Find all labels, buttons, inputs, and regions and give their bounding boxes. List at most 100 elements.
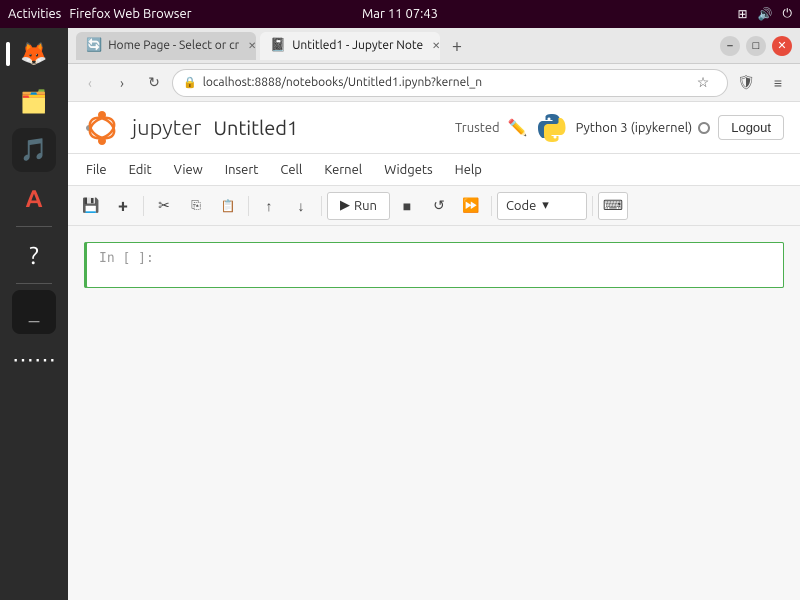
menu-bar: File Edit View Insert Cell Kernel Widget… bbox=[68, 154, 800, 186]
firefox-icon: 🦊 bbox=[20, 41, 47, 67]
files-icon: 🗂️ bbox=[20, 89, 47, 115]
stop-button[interactable]: ■ bbox=[392, 192, 422, 220]
restart-button[interactable]: ↺ bbox=[424, 192, 454, 220]
notebook-area: In [ ]: bbox=[68, 226, 800, 600]
cell-type-chevron: ▾ bbox=[542, 198, 549, 213]
toolbar-sep-2 bbox=[248, 196, 249, 216]
cell-prompt: In [ ]: bbox=[87, 243, 167, 274]
activities-label[interactable]: Activities bbox=[8, 7, 61, 21]
browser-menu-button[interactable]: ≡ bbox=[764, 69, 792, 97]
lock-icon: 🔒 bbox=[183, 76, 197, 89]
menu-help[interactable]: Help bbox=[445, 159, 492, 181]
address-text: localhost:8888/notebooks/Untitled1.ipynb… bbox=[203, 76, 683, 89]
jupyter-logo-icon bbox=[84, 110, 120, 146]
trusted-label: Trusted bbox=[455, 121, 500, 135]
notebook-name[interactable]: Untitled1 bbox=[213, 116, 298, 139]
jupyter-logo bbox=[84, 110, 120, 146]
back-button[interactable]: ‹ bbox=[76, 69, 104, 97]
sidebar-icon-apps[interactable]: ⋯⋯ bbox=[12, 338, 56, 382]
toolbar: 💾 + ✂ ⎘ 📋 ↑ ↓ ▶ Run ■ ↺ bbox=[68, 186, 800, 226]
save-button[interactable]: 💾 bbox=[76, 192, 106, 220]
kernel-label: Python 3 (ipykernel) bbox=[576, 121, 693, 135]
run-button[interactable]: ▶ Run bbox=[327, 192, 390, 220]
volume-icon[interactable]: 🔊 bbox=[758, 7, 773, 21]
sidebar-icon-appstore[interactable]: A bbox=[12, 176, 56, 220]
logout-button[interactable]: Logout bbox=[718, 115, 784, 140]
notebook-tab-label: Untitled1 - Jupyter Note bbox=[292, 39, 423, 52]
cell-container: In [ ]: bbox=[84, 242, 784, 288]
close-button[interactable]: ✕ bbox=[772, 36, 792, 56]
menu-view[interactable]: View bbox=[164, 159, 213, 181]
sidebar-icon-music[interactable]: 🎵 bbox=[12, 128, 56, 172]
help-icon: ? bbox=[29, 242, 38, 269]
tab-home[interactable]: 🔄 Home Page - Select or cr ✕ bbox=[76, 32, 256, 60]
copy-button[interactable]: ⎘ bbox=[181, 192, 211, 220]
star-button[interactable]: ☆ bbox=[689, 69, 717, 97]
notebook-tab-close[interactable]: ✕ bbox=[429, 39, 440, 53]
home-tab-close[interactable]: ✕ bbox=[245, 39, 256, 53]
address-bar[interactable]: 🔒 localhost:8888/notebooks/Untitled1.ipy… bbox=[172, 69, 728, 97]
sidebar-divider bbox=[16, 226, 52, 227]
home-tab-favicon: 🔄 bbox=[86, 38, 102, 53]
jupyter-header-right: Trusted ✏️ Python 3 (ipykernel) Logout bbox=[455, 112, 784, 144]
menu-widgets[interactable]: Widgets bbox=[374, 159, 442, 181]
cell-input[interactable] bbox=[167, 243, 783, 287]
forward-button[interactable]: › bbox=[108, 69, 136, 97]
maximize-button[interactable]: □ bbox=[746, 36, 766, 56]
sidebar-icon-files[interactable]: 🗂️ bbox=[12, 80, 56, 124]
music-icon: 🎵 bbox=[20, 137, 47, 163]
code-cell[interactable]: In [ ]: bbox=[86, 242, 784, 288]
add-cell-button[interactable]: + bbox=[108, 192, 138, 220]
move-up-button[interactable]: ↑ bbox=[254, 192, 284, 220]
restart-run-button[interactable]: ⏩ bbox=[456, 192, 486, 220]
datetime-label: Mar 11 07:43 bbox=[362, 7, 438, 21]
toolbar-sep-5 bbox=[592, 196, 593, 216]
browser-window: 🔄 Home Page - Select or cr ✕ 📓 Untitled1… bbox=[68, 28, 800, 600]
jupyter-wordmark: jupyter bbox=[132, 115, 201, 140]
title-bar: 🔄 Home Page - Select or cr ✕ 📓 Untitled1… bbox=[68, 28, 800, 64]
sidebar: 🦊 🗂️ 🎵 A ? _ ⋯⋯ bbox=[0, 28, 68, 600]
pencil-icon[interactable]: ✏️ bbox=[508, 118, 528, 137]
cut-button[interactable]: ✂ bbox=[149, 192, 179, 220]
sidebar-icon-firefox[interactable]: 🦊 bbox=[12, 32, 56, 76]
toolbar-sep-1 bbox=[143, 196, 144, 216]
power-icon[interactable]: ⏻ bbox=[783, 7, 793, 21]
menu-file[interactable]: File bbox=[76, 159, 117, 181]
paste-button[interactable]: 📋 bbox=[213, 192, 243, 220]
kernel-indicator: Python 3 (ipykernel) bbox=[576, 121, 711, 135]
main-area: 🦊 🗂️ 🎵 A ? _ ⋯⋯ 🔄 Home Page - Sele bbox=[0, 28, 800, 600]
run-label: Run bbox=[354, 199, 377, 213]
python-logo-icon bbox=[536, 112, 568, 144]
move-down-button[interactable]: ↓ bbox=[286, 192, 316, 220]
toolbar-sep-4 bbox=[491, 196, 492, 216]
jupyter-header: jupyter Untitled1 Trusted ✏️ Python 3 (i… bbox=[68, 102, 800, 154]
terminal-icon: _ bbox=[29, 302, 40, 323]
toolbar-sep-3 bbox=[321, 196, 322, 216]
sidebar-divider-2 bbox=[16, 283, 52, 284]
menu-kernel[interactable]: Kernel bbox=[314, 159, 372, 181]
minimize-button[interactable]: – bbox=[720, 36, 740, 56]
home-tab-label: Home Page - Select or cr bbox=[108, 39, 239, 52]
tab-notebook[interactable]: 📓 Untitled1 - Jupyter Note ✕ bbox=[260, 32, 440, 60]
browser-label: Firefox Web Browser bbox=[69, 7, 191, 21]
sidebar-icon-terminal[interactable]: _ bbox=[12, 290, 56, 334]
apps-grid-icon: ⋯⋯ bbox=[12, 347, 56, 373]
new-tab-button[interactable]: + bbox=[444, 33, 470, 59]
menu-insert[interactable]: Insert bbox=[215, 159, 269, 181]
kernel-status-circle bbox=[698, 122, 710, 134]
shield-button[interactable]: 🛡 bbox=[732, 69, 760, 97]
cell-type-select[interactable]: Code ▾ bbox=[497, 192, 587, 220]
window-controls: – □ ✕ bbox=[720, 36, 792, 56]
network-icon[interactable]: ⊞ bbox=[737, 7, 747, 21]
appstore-icon: A bbox=[26, 185, 43, 212]
keyboard-shortcuts-button[interactable]: ⌨ bbox=[598, 192, 628, 220]
refresh-button[interactable]: ↻ bbox=[140, 69, 168, 97]
cell-type-label: Code bbox=[506, 199, 536, 213]
menu-edit[interactable]: Edit bbox=[119, 159, 162, 181]
sidebar-icon-help[interactable]: ? bbox=[12, 233, 56, 277]
notebook-tab-favicon: 📓 bbox=[270, 38, 286, 53]
taskbar: Activities Firefox Web Browser Mar 11 07… bbox=[0, 0, 800, 28]
nav-bar: ‹ › ↻ 🔒 localhost:8888/notebooks/Untitle… bbox=[68, 64, 800, 102]
run-icon: ▶ bbox=[340, 198, 350, 213]
menu-cell[interactable]: Cell bbox=[270, 159, 312, 181]
